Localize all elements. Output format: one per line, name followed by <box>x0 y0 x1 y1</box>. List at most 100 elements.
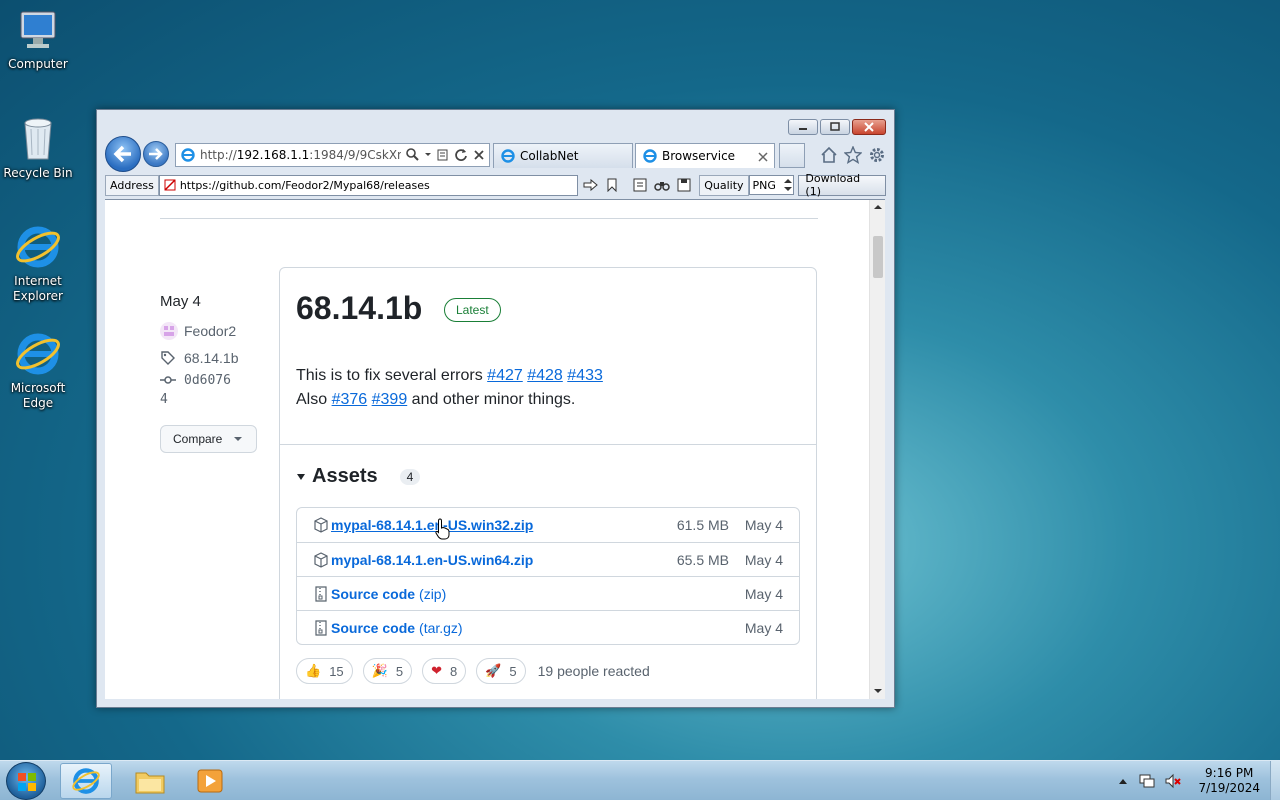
taskbar: 9:16 PM 7/19/2024 <box>0 760 1280 800</box>
asset-row[interactable]: mypal-68.14.1.en-US.win64.zip 65.5 MB Ma… <box>297 542 799 576</box>
show-hidden-icons-icon[interactable] <box>1118 777 1128 785</box>
asset-link[interactable]: mypal-68.14.1.en-US.win64.zip <box>331 552 533 568</box>
search-icon[interactable] <box>405 147 419 163</box>
desktop-icon-label: Computer <box>8 57 68 71</box>
computer-icon <box>20 11 56 48</box>
taskbar-file-explorer[interactable] <box>124 763 176 799</box>
scroll-down-icon[interactable] <box>874 688 882 694</box>
issue-link[interactable]: #399 <box>372 391 408 408</box>
compatibility-icon[interactable] <box>437 147 449 163</box>
page-content: May 4 Feodor2 68.14.1b 0d6076 4 Compare … <box>105 199 885 699</box>
folder-icon <box>135 772 165 794</box>
notes-text: and other minor things. <box>411 391 576 408</box>
release-card: 68.14.1b Latest This is to fix several e… <box>279 267 817 699</box>
asset-link[interactable]: Source code <box>331 620 415 636</box>
issue-link[interactable]: #427 <box>487 367 523 384</box>
save-icon <box>677 178 691 192</box>
go-button[interactable] <box>582 176 600 194</box>
issue-link[interactable]: #376 <box>332 391 368 408</box>
reaction-rocket[interactable]: 🚀 5 <box>476 658 526 684</box>
close-tab-icon[interactable] <box>758 152 768 162</box>
quality-select[interactable]: PNG <box>748 175 795 195</box>
ie-url-bar[interactable]: http://192.168.1.1:1984/9/9CskXnDEyl <box>175 143 490 167</box>
desktop-icon-internet-explorer[interactable]: Internet Explorer <box>0 223 76 304</box>
new-tab-button[interactable] <box>779 143 805 168</box>
clipboard-button[interactable] <box>631 176 649 194</box>
commit-icon <box>160 376 176 384</box>
taskbar-media-player[interactable] <box>184 763 236 799</box>
compare-label: Compare <box>173 432 223 446</box>
favorites-star-icon[interactable] <box>844 146 862 164</box>
scrollbar-thumb[interactable] <box>873 236 883 278</box>
bookmark-button[interactable] <box>603 176 621 194</box>
refresh-icon[interactable] <box>454 147 468 163</box>
asset-row[interactable]: Source code (tar.gz) May 4 <box>297 610 799 644</box>
reaction-summary: 19 people reacted <box>537 663 650 679</box>
minimize-button[interactable] <box>788 119 818 135</box>
release-tag[interactable]: 68.14.1b <box>160 350 239 366</box>
asset-date: May 4 <box>744 517 783 533</box>
desktop-icon-label: Recycle Bin <box>3 166 73 180</box>
find-button[interactable] <box>653 176 671 194</box>
network-icon[interactable] <box>1138 773 1156 789</box>
system-tray: 9:16 PM 7/19/2024 <box>1118 761 1280 800</box>
tab-browservice[interactable]: Browservice <box>635 143 775 168</box>
clipboard-icon <box>633 178 647 192</box>
quality-label: Quality <box>699 174 749 196</box>
reaction-thumbs-up[interactable]: 👍 15 <box>296 658 353 684</box>
volume-muted-icon[interactable] <box>1164 773 1182 789</box>
desktop-icon-microsoft-edge[interactable]: Microsoft Edge <box>0 330 76 411</box>
url-scheme: http:// <box>200 148 237 162</box>
assets-toggle[interactable]: Assets 4 <box>296 465 421 488</box>
media-player-icon <box>197 769 223 793</box>
release-commit[interactable]: 0d6076 <box>160 372 239 388</box>
issue-link[interactable]: #433 <box>567 367 603 384</box>
home-icon[interactable] <box>820 146 838 164</box>
taskbar-internet-explorer[interactable] <box>60 763 112 799</box>
desktop-icon-recycle-bin[interactable]: Recycle Bin <box>0 115 76 181</box>
hand-cursor-icon <box>435 518 450 540</box>
spinner-arrows-icon[interactable] <box>783 177 793 193</box>
compare-button[interactable]: Compare <box>160 425 257 453</box>
settings-gear-icon[interactable] <box>868 146 886 164</box>
url-host: 192.168.1.1 <box>236 148 310 162</box>
reaction-heart[interactable]: ❤ 8 <box>422 658 467 684</box>
vertical-scrollbar[interactable] <box>869 200 885 699</box>
save-page-button[interactable] <box>675 176 693 194</box>
party-popper-icon: 🎉 <box>371 663 388 678</box>
download-button[interactable]: Download (1) <box>798 172 886 198</box>
start-button[interactable] <box>6 762 46 800</box>
asset-row[interactable]: Source code (zip) May 4 <box>297 576 799 610</box>
bookmark-icon <box>607 178 617 192</box>
reaction-hooray[interactable]: 🎉 5 <box>362 658 413 684</box>
address-input[interactable]: https://github.com/Feodor2/Mypal68/relea… <box>158 174 578 196</box>
clock-date: 7/19/2024 <box>1198 781 1260 795</box>
author-name: Feodor2 <box>184 323 237 339</box>
stop-icon[interactable] <box>473 147 485 163</box>
forward-button[interactable] <box>143 141 169 167</box>
asset-date: May 4 <box>744 585 783 602</box>
scroll-up-icon[interactable] <box>874 204 882 210</box>
dropdown-icon[interactable] <box>424 147 432 163</box>
tab-collabnet[interactable]: CollabNet <box>493 143 633 168</box>
chevron-down-icon <box>234 437 243 441</box>
internet-explorer-icon <box>72 768 100 794</box>
close-window-button[interactable] <box>852 119 886 135</box>
internet-explorer-icon <box>16 226 60 268</box>
clock[interactable]: 9:16 PM 7/19/2024 <box>1198 766 1260 796</box>
asset-size: 65.5 MB <box>676 551 729 568</box>
back-button[interactable] <box>105 136 141 172</box>
ie-tab-icon <box>501 149 515 163</box>
release-author[interactable]: Feodor2 <box>160 322 239 340</box>
show-desktop-button[interactable] <box>1270 761 1280 800</box>
release-title[interactable]: 68.14.1b <box>296 290 422 327</box>
asset-link[interactable]: Source code <box>331 586 415 602</box>
asset-link[interactable]: mypal-68.14.1.en-US.win32.zip <box>331 517 533 533</box>
maximize-button[interactable] <box>820 119 850 135</box>
asset-date: May 4 <box>744 619 783 636</box>
issue-link[interactable]: #428 <box>527 367 563 384</box>
reaction-count: 15 <box>329 663 344 679</box>
asset-row[interactable]: mypal-68.14.1.en-US.win32.zip 61.5 MB Ma… <box>297 508 799 542</box>
desktop-icon-computer[interactable]: Computer <box>0 8 76 72</box>
minimize-icon <box>799 128 807 130</box>
